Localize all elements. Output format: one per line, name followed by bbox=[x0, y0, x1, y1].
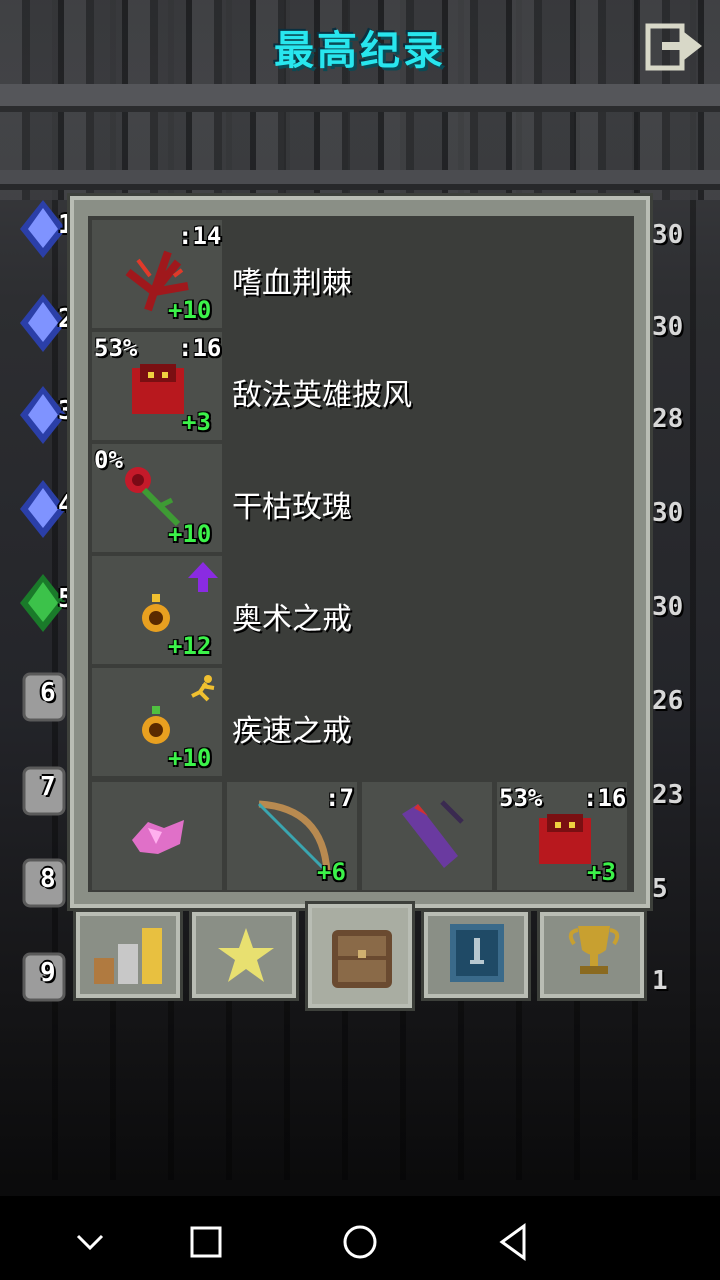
record-level-9: 1 bbox=[652, 966, 668, 996]
record-level-6: 26 bbox=[652, 686, 684, 716]
nav-home-button[interactable] bbox=[336, 1218, 384, 1266]
stone-ledge-lower bbox=[0, 170, 720, 190]
exit-button[interactable] bbox=[640, 22, 710, 72]
backpack-icon bbox=[332, 930, 392, 988]
triangle-back-icon bbox=[499, 1223, 526, 1261]
record-level-3: 28 bbox=[652, 404, 684, 434]
haste-runner-icon bbox=[191, 675, 215, 702]
record-level-2: 30 bbox=[652, 312, 684, 342]
item-slot[interactable]: :14 +10 bbox=[92, 220, 222, 328]
inventory-item-row[interactable]: +12 奥术之戒 bbox=[92, 556, 632, 664]
inventory-item-row[interactable]: :14 +10 嗜血荆棘 bbox=[92, 220, 632, 328]
record-level-7: 23 bbox=[652, 780, 684, 810]
circle-icon bbox=[343, 1225, 377, 1259]
cloak-icon bbox=[132, 364, 184, 414]
ring-arcane-icon bbox=[142, 594, 170, 632]
quickslot-2[interactable]: :7 +6 bbox=[227, 782, 357, 890]
item-name: 奥术之戒 bbox=[232, 602, 352, 637]
tab-trophy[interactable] bbox=[540, 912, 644, 998]
item-name: 疾速之戒 bbox=[232, 714, 352, 749]
trophy-icon bbox=[568, 926, 620, 974]
star-icon bbox=[218, 928, 274, 982]
square-icon bbox=[190, 1226, 222, 1258]
page-title: 最高纪录 bbox=[274, 28, 446, 74]
record-level-4: 30 bbox=[652, 498, 684, 528]
rank-badge-6[interactable]: 6 bbox=[18, 666, 74, 728]
item-slot[interactable]: +10 bbox=[92, 668, 222, 776]
record-level-8: 5 bbox=[652, 874, 668, 904]
tab-journal[interactable] bbox=[424, 912, 528, 998]
chevron-down-icon bbox=[76, 1234, 104, 1251]
journal-icon bbox=[450, 924, 504, 982]
rank-badge-4[interactable]: 4 bbox=[18, 478, 74, 540]
quickslot-1[interactable] bbox=[92, 782, 222, 890]
nav-hide-button[interactable] bbox=[66, 1218, 114, 1266]
record-level-1: 30 bbox=[652, 220, 684, 250]
rank-badge-8[interactable]: 8 bbox=[18, 852, 74, 914]
arcane-arrow-icon bbox=[188, 562, 218, 592]
inventory-item-row[interactable]: +10 疾速之戒 bbox=[92, 668, 632, 776]
tab-backpack[interactable] bbox=[308, 904, 412, 1008]
record-level-5: 30 bbox=[652, 592, 684, 622]
ring-haste-icon bbox=[142, 706, 170, 744]
stats-bars-icon bbox=[94, 928, 162, 984]
quiver-icon bbox=[402, 800, 464, 868]
rank-badge-2[interactable]: 2 bbox=[18, 292, 74, 354]
rank-badge-3[interactable]: 3 bbox=[18, 384, 74, 446]
quickslot-4[interactable]: 53% :16 +3 bbox=[497, 782, 627, 890]
crystal-icon bbox=[132, 820, 184, 854]
item-slot[interactable]: 53% :16 +3 bbox=[92, 332, 222, 440]
rank-badge-7[interactable]: 7 bbox=[18, 760, 74, 822]
rank-badge-1[interactable]: 1 bbox=[18, 198, 74, 260]
item-name: 敌法英雄披风 bbox=[232, 378, 412, 413]
rank-badge-5[interactable]: 5 bbox=[18, 572, 74, 634]
quickslot-3[interactable] bbox=[362, 782, 492, 890]
tab-badges[interactable] bbox=[192, 912, 296, 998]
inventory-item-row[interactable]: 0% +10 干枯玫瑰 bbox=[92, 444, 632, 552]
rank-badge-9[interactable]: 9 bbox=[18, 946, 74, 1008]
item-slot[interactable]: +12 bbox=[92, 556, 222, 664]
item-name: 嗜血荆棘 bbox=[232, 266, 352, 301]
stone-ledge bbox=[0, 84, 720, 112]
inventory-item-row[interactable]: 53% :16 +3 敌法英雄披风 bbox=[92, 332, 632, 440]
item-name: 干枯玫瑰 bbox=[232, 490, 352, 525]
tab-stats[interactable] bbox=[76, 912, 180, 998]
nav-recents-button[interactable] bbox=[182, 1218, 230, 1266]
item-slot[interactable]: 0% +10 bbox=[92, 444, 222, 552]
exit-door-icon bbox=[645, 23, 702, 71]
nav-back-button[interactable] bbox=[490, 1218, 538, 1266]
